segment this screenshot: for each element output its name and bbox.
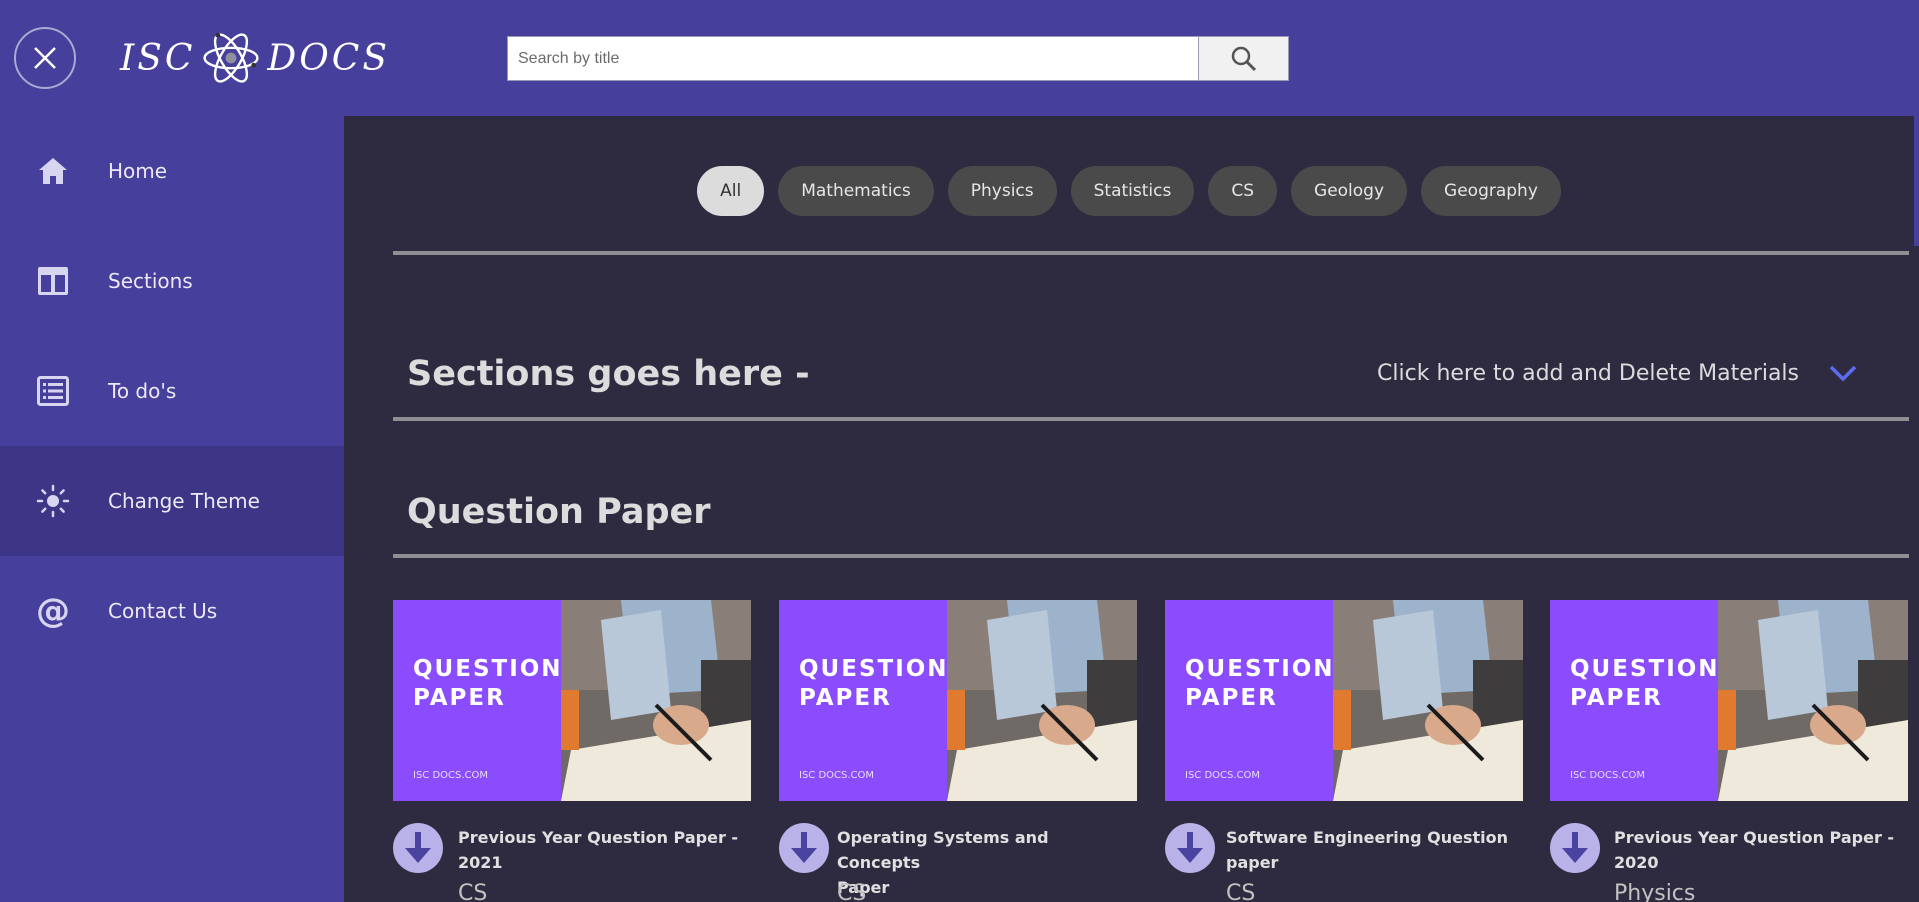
logo-text-docs: DOCS bbox=[267, 37, 390, 79]
document-title[interactable]: Operating Systems and Concepts Paper bbox=[837, 825, 1137, 900]
svg-text:@: @ bbox=[36, 594, 70, 628]
sidebar-item-label: Contact Us bbox=[108, 599, 218, 623]
atom-icon bbox=[203, 32, 260, 83]
sidebar-item-label: Sections bbox=[108, 269, 193, 293]
writing-photo-image bbox=[947, 600, 1137, 801]
add-delete-materials-link[interactable]: Click here to add and Delete Materials bbox=[1377, 361, 1799, 386]
site-logo[interactable]: ISC DOCS bbox=[120, 8, 390, 108]
document-card: QUESTION PAPER ISC DOCS.COM bbox=[779, 600, 1137, 902]
sidebar: Home Sections To do's Change Theme @ Con… bbox=[0, 116, 344, 902]
filter-chip-physics[interactable]: Physics bbox=[947, 166, 1057, 216]
download-icon bbox=[405, 832, 431, 863]
thumbnail-title: QUESTION PAPER bbox=[1570, 656, 1720, 711]
main-content: All Mathematics Physics Statistics CS Ge… bbox=[344, 116, 1914, 902]
sidebar-item-label: To do's bbox=[108, 379, 177, 403]
filter-chip-geography[interactable]: Geography bbox=[1421, 166, 1561, 216]
writing-photo-image bbox=[1333, 600, 1523, 801]
document-title[interactable]: Software Engineering Question paper bbox=[1226, 825, 1508, 875]
sidebar-item-change-theme[interactable]: Change Theme bbox=[0, 446, 344, 556]
top-header: ISC DOCS bbox=[0, 0, 1919, 116]
thumbnail-subtitle: ISC DOCS.COM bbox=[1185, 770, 1261, 781]
divider bbox=[393, 554, 1909, 558]
document-card: QUESTION PAPER ISC DOCS.COM bbox=[393, 600, 751, 902]
divider bbox=[393, 251, 1909, 255]
search-button[interactable] bbox=[1199, 36, 1289, 81]
document-thumbnail[interactable]: QUESTION PAPER ISC DOCS.COM bbox=[779, 600, 1137, 801]
scrollbar-thumb[interactable] bbox=[1914, 116, 1919, 246]
sections-heading: Sections goes here - bbox=[407, 354, 810, 394]
at-icon: @ bbox=[36, 594, 70, 628]
scrollbar[interactable] bbox=[1914, 116, 1919, 902]
sidebar-item-contact[interactable]: @ Contact Us bbox=[0, 556, 344, 666]
sidebar-item-todos[interactable]: To do's bbox=[0, 336, 344, 446]
document-thumbnail[interactable]: QUESTION PAPER ISC DOCS.COM bbox=[1165, 600, 1523, 801]
sidebar-item-sections[interactable]: Sections bbox=[0, 226, 344, 336]
document-title[interactable]: Previous Year Question Paper -2021 bbox=[458, 825, 738, 875]
document-category: CS bbox=[458, 881, 488, 902]
list-icon bbox=[37, 376, 69, 406]
search-bar bbox=[507, 36, 1289, 81]
chevron-down-icon[interactable] bbox=[1828, 363, 1858, 387]
sidebar-item-label: Change Theme bbox=[108, 489, 260, 513]
sections-icon bbox=[38, 267, 68, 295]
search-input[interactable] bbox=[507, 36, 1199, 81]
writing-photo-image bbox=[561, 600, 751, 801]
sun-icon bbox=[36, 484, 70, 518]
download-icon bbox=[791, 832, 817, 863]
filter-chip-all[interactable]: All bbox=[697, 166, 765, 216]
logo-text-isc: ISC bbox=[120, 37, 196, 79]
sidebar-item-home[interactable]: Home bbox=[0, 116, 344, 226]
close-sidebar-button[interactable] bbox=[14, 27, 76, 89]
document-thumbnail[interactable]: QUESTION PAPER ISC DOCS.COM bbox=[1550, 600, 1908, 801]
download-button[interactable] bbox=[393, 823, 443, 873]
search-icon bbox=[1231, 46, 1256, 71]
thumbnail-subtitle: ISC DOCS.COM bbox=[1570, 770, 1646, 781]
document-category: CS bbox=[837, 881, 867, 902]
download-button[interactable] bbox=[1550, 823, 1600, 873]
thumbnail-title: QUESTION PAPER bbox=[413, 656, 563, 711]
filter-chips: All Mathematics Physics Statistics CS Ge… bbox=[344, 166, 1914, 216]
filter-chip-mathematics[interactable]: Mathematics bbox=[778, 166, 934, 216]
filter-chip-cs[interactable]: CS bbox=[1208, 166, 1278, 216]
thumbnail-title: QUESTION PAPER bbox=[799, 656, 949, 711]
document-card: QUESTION PAPER ISC DOCS.COM bbox=[1550, 600, 1908, 902]
document-category: Physics bbox=[1614, 881, 1696, 902]
download-button[interactable] bbox=[779, 823, 829, 873]
thumbnail-subtitle: ISC DOCS.COM bbox=[799, 770, 875, 781]
filter-chip-statistics[interactable]: Statistics bbox=[1070, 166, 1195, 216]
download-icon bbox=[1177, 832, 1203, 863]
question-paper-heading: Question Paper bbox=[407, 492, 711, 532]
thumbnail-title: QUESTION PAPER bbox=[1185, 656, 1335, 711]
home-icon bbox=[39, 158, 67, 184]
filter-chip-geology[interactable]: Geology bbox=[1291, 166, 1408, 216]
document-category: CS bbox=[1226, 881, 1256, 902]
writing-photo-image bbox=[1718, 600, 1908, 801]
thumbnail-subtitle: ISC DOCS.COM bbox=[413, 770, 489, 781]
close-icon bbox=[34, 47, 56, 69]
document-title[interactable]: Previous Year Question Paper -2020 bbox=[1614, 825, 1894, 875]
download-button[interactable] bbox=[1165, 823, 1215, 873]
document-thumbnail[interactable]: QUESTION PAPER ISC DOCS.COM bbox=[393, 600, 751, 801]
download-icon bbox=[1562, 832, 1588, 863]
document-card: QUESTION PAPER ISC DOCS.COM bbox=[1165, 600, 1523, 902]
divider bbox=[393, 417, 1909, 421]
sidebar-item-label: Home bbox=[108, 159, 168, 183]
